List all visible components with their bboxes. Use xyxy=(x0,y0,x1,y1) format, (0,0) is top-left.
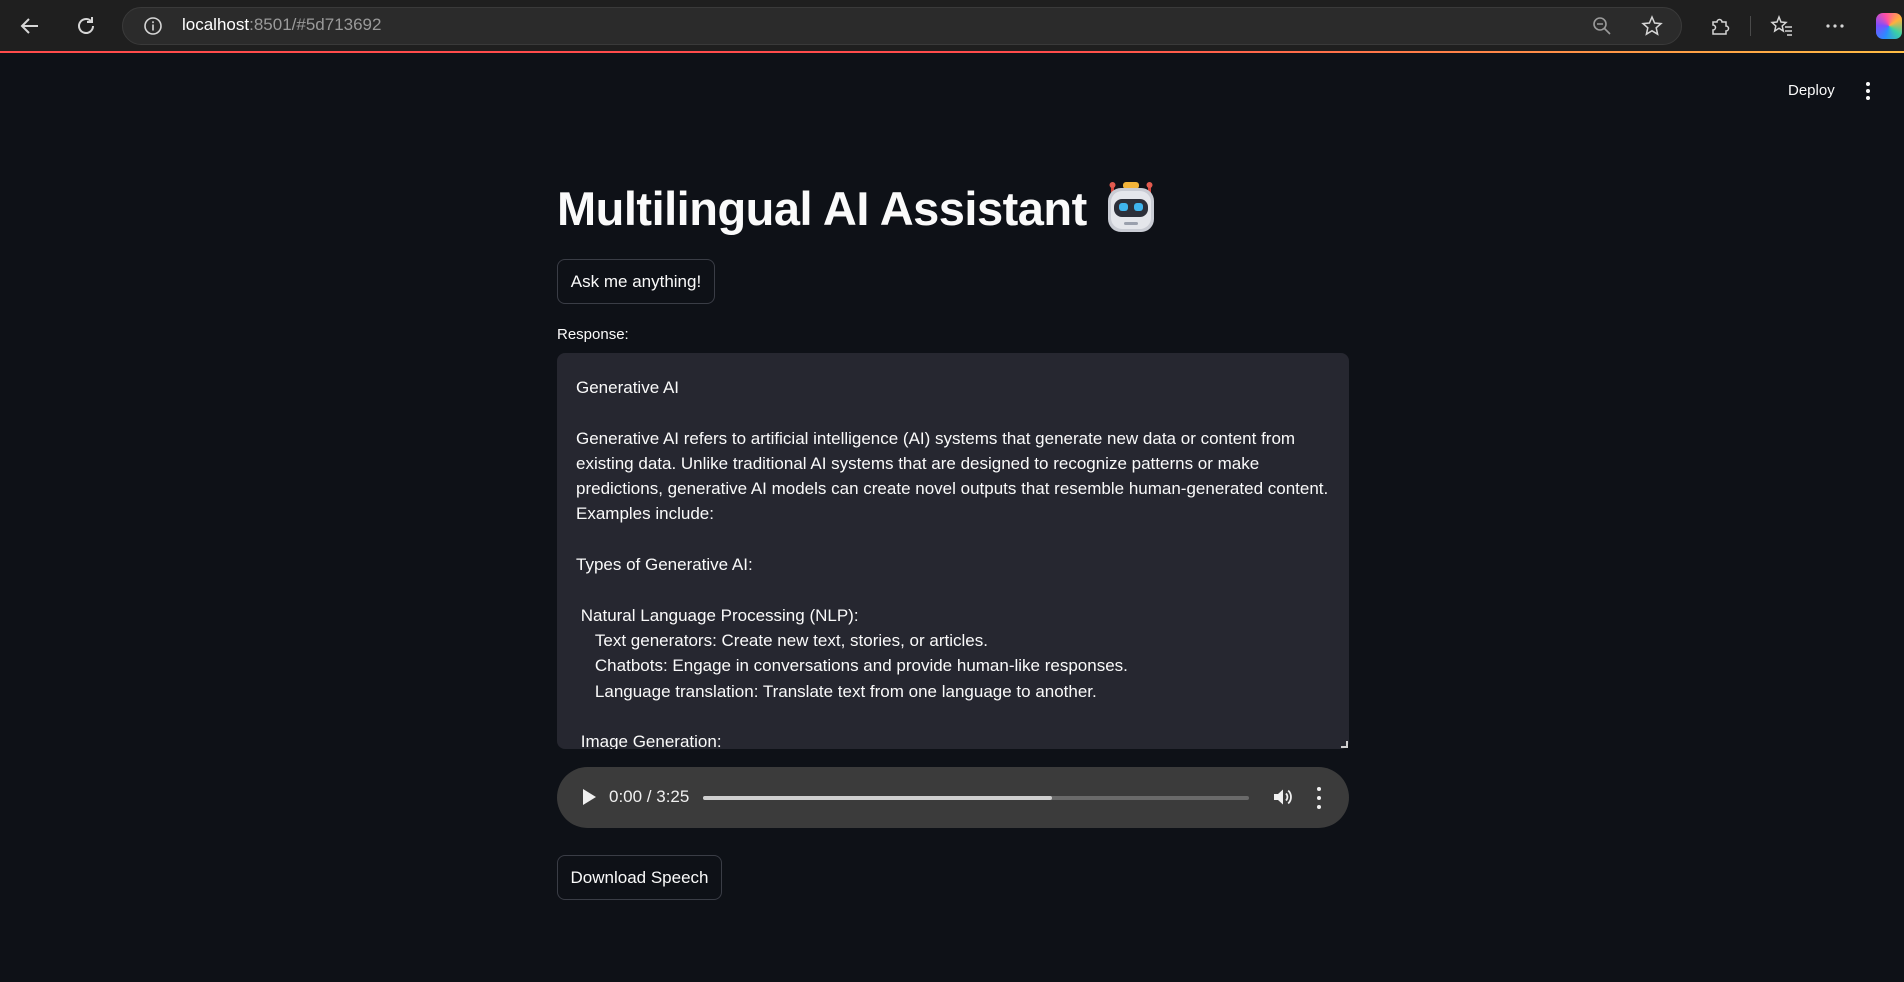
info-icon[interactable] xyxy=(135,8,171,44)
more-horizontal-icon[interactable] xyxy=(1817,8,1853,44)
audio-time: 0:00 / 3:25 xyxy=(609,787,690,806)
back-arrow-icon[interactable] xyxy=(12,8,48,44)
url-path: :8501/#5d713692 xyxy=(249,15,382,34)
page-title: Multilingual AI Assistant xyxy=(557,180,1159,236)
page-title-text: Multilingual AI Assistant xyxy=(557,181,1087,235)
audio-player: 0:00 / 3:25 xyxy=(557,767,1349,828)
deploy-button[interactable]: Deploy xyxy=(1780,78,1843,103)
audio-seek-bar[interactable] xyxy=(703,796,1249,800)
star-icon[interactable] xyxy=(1634,8,1670,44)
url-host: localhost xyxy=(182,15,250,34)
ask-button[interactable]: Ask me anything! xyxy=(557,259,715,304)
favorites-icon[interactable] xyxy=(1764,8,1800,44)
response-textarea[interactable]: Generative AI Generative AI refers to ar… xyxy=(557,353,1349,749)
reload-icon[interactable] xyxy=(68,8,104,44)
robot-icon xyxy=(1107,182,1154,232)
main-menu-icon[interactable] xyxy=(1858,80,1878,102)
play-icon[interactable] xyxy=(583,789,596,805)
volume-icon[interactable] xyxy=(1271,786,1293,808)
resize-handle-icon[interactable] xyxy=(1341,741,1348,748)
app-top-decoration xyxy=(0,51,1904,53)
browser-toolbar: localhost:8501/#5d713692 xyxy=(0,0,1904,51)
zoom-out-icon[interactable] xyxy=(1584,8,1620,44)
audio-more-options-icon[interactable] xyxy=(1316,787,1322,809)
puzzle-icon[interactable] xyxy=(1702,8,1738,44)
audio-seek-progress xyxy=(703,796,1053,800)
copilot-icon[interactable] xyxy=(1876,13,1902,39)
url-text[interactable]: localhost:8501/#5d713692 xyxy=(182,15,381,35)
response-label: Response: xyxy=(557,326,629,343)
toolbar-divider xyxy=(1750,16,1751,36)
download-speech-button[interactable]: Download Speech xyxy=(557,855,722,900)
